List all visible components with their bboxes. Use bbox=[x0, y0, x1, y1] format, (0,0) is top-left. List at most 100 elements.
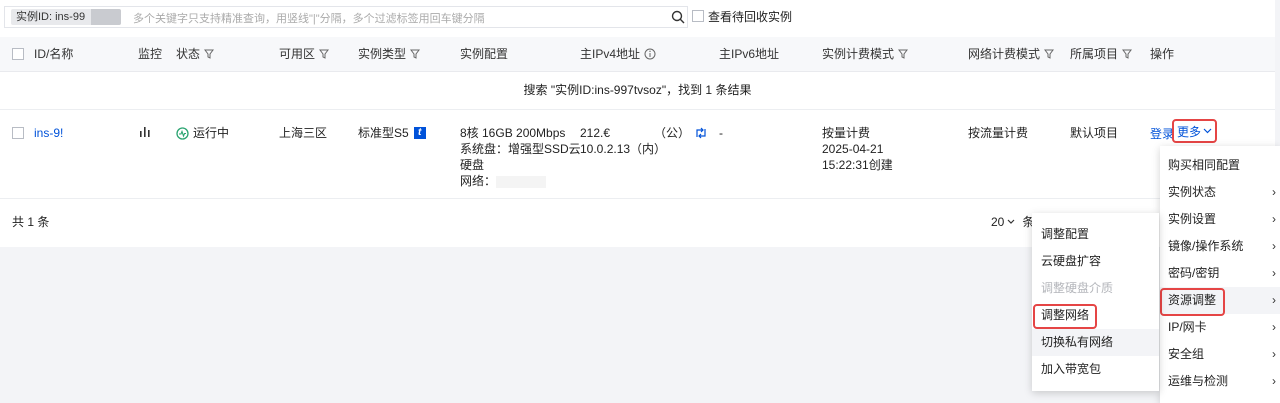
config-spec: 8核 16GB 200Mbps bbox=[460, 126, 566, 140]
cell-ipv6: - bbox=[719, 126, 723, 140]
menu-item-label: 密码/密钥 bbox=[1168, 266, 1220, 280]
header-ipv4-label: 主IPv4地址 bbox=[580, 47, 641, 61]
masked-region bbox=[91, 9, 121, 25]
ipv4-public: 212.€ （公） bbox=[580, 125, 708, 141]
menu-item-label: 实例状态 bbox=[1168, 185, 1217, 199]
resource-adjust-submenu: 调整配置 云硬盘扩容 调整硬盘介质 调整网络 切换私有网络 加入带宽包 bbox=[1032, 213, 1159, 391]
chevron-down-icon bbox=[1007, 219, 1015, 224]
table-header: ID/名称 监控 状态 可用区 实例类型 实例配置 主IPv4地址 主IPv6地… bbox=[0, 37, 1275, 72]
submenu-item-label: 云硬盘扩容 bbox=[1041, 254, 1102, 268]
cell-monitor bbox=[138, 125, 152, 141]
menu-item-label: 运维与检测 bbox=[1168, 374, 1229, 388]
header-ipv6-label: 主IPv6地址 bbox=[719, 47, 780, 61]
config-disk: 系统盘：增强型SSD云 bbox=[460, 142, 581, 156]
type-badge-icon: t bbox=[413, 127, 426, 139]
recycle-toggle[interactable]: 查看待回收实例 bbox=[692, 8, 792, 24]
chevron-right-icon: › bbox=[1272, 266, 1276, 280]
cell-config: 8核 16GB 200Mbps 系统盘：增强型SSD云 硬盘 网络： bbox=[460, 125, 581, 189]
header-billing-label: 实例计费模式 bbox=[822, 47, 895, 61]
submenu-item-bandwidth-pack[interactable]: 加入带宽包 bbox=[1032, 356, 1159, 383]
highlight-box bbox=[1033, 304, 1097, 329]
header-net-billing-label: 网络计费模式 bbox=[968, 47, 1041, 61]
select-all-checkbox[interactable] bbox=[12, 48, 24, 60]
header-ops-label: 操作 bbox=[1150, 47, 1175, 61]
cell-ipv4: 212.€ （公） 10.0.2.13（内） bbox=[580, 125, 708, 157]
submenu-item-disk-media: 调整硬盘介质 bbox=[1032, 275, 1159, 302]
filter-icon[interactable] bbox=[410, 49, 421, 59]
menu-item-security-group[interactable]: 安全组 › bbox=[1160, 341, 1280, 368]
cell-type: 标准型S5 t bbox=[358, 125, 426, 141]
menu-item-label: 购买相同配置 bbox=[1168, 158, 1241, 172]
cell-status: 运行中 bbox=[176, 125, 229, 141]
chevron-down-icon bbox=[1203, 128, 1212, 134]
search-input[interactable]: 实例ID: ins-99 多个关键字只支持精准查询，用竖线"|"分隔，多个过滤标… bbox=[4, 6, 688, 28]
login-link[interactable]: 登录 bbox=[1150, 127, 1174, 141]
menu-item-label: 实例设置 bbox=[1168, 212, 1217, 226]
header-ipv6: 主IPv6地址 bbox=[719, 37, 779, 71]
info-icon[interactable] bbox=[644, 48, 656, 60]
cell-zone: 上海三区 bbox=[279, 126, 328, 140]
chevron-right-icon: › bbox=[1272, 374, 1276, 388]
search-result-summary: 搜索 "实例ID:ins-997tvsoz"，找到 1 条结果 bbox=[0, 72, 1275, 110]
header-type: 实例类型 bbox=[358, 37, 421, 71]
header-id: ID/名称 bbox=[12, 37, 73, 71]
instance-id-link[interactable]: ins-9! bbox=[34, 125, 63, 141]
ipv4-public-value[interactable]: 212.€ bbox=[580, 125, 610, 141]
menu-item-instance-status[interactable]: 实例状态 › bbox=[1160, 179, 1280, 206]
config-network: 网络： bbox=[460, 173, 581, 189]
menu-item-buy-same[interactable]: 购买相同配置 bbox=[1160, 152, 1280, 179]
table-row: ins-9! 运行中 上海三区 标准型S5 t 8核 16GB 200Mbps … bbox=[0, 110, 1275, 199]
header-status-label: 状态 bbox=[176, 47, 201, 61]
header-status: 状态 bbox=[176, 37, 215, 71]
running-status-icon bbox=[176, 126, 189, 140]
header-config-label: 实例配置 bbox=[460, 47, 509, 61]
menu-item-label: 安全组 bbox=[1168, 347, 1205, 361]
page-size-select[interactable]: 20 条 bbox=[991, 213, 1034, 230]
search-icon[interactable] bbox=[671, 10, 685, 24]
header-ipv4: 主IPv4地址 bbox=[580, 37, 656, 71]
header-id-label: ID/名称 bbox=[34, 47, 74, 61]
submenu-item-adjust-config[interactable]: 调整配置 bbox=[1032, 221, 1159, 248]
header-config: 实例配置 bbox=[460, 37, 508, 71]
cell-net-billing: 按流量计费 bbox=[968, 126, 1029, 140]
filter-icon[interactable] bbox=[1122, 49, 1133, 59]
ipv4-private[interactable]: 10.0.2.13（内） bbox=[580, 141, 708, 157]
submenu-item-label: 调整配置 bbox=[1041, 227, 1090, 241]
more-label: 更多 bbox=[1176, 124, 1201, 139]
instance-type: 标准型S5 bbox=[358, 126, 409, 140]
more-dropdown-menu: 购买相同配置 实例状态 › 实例设置 › 镜像/操作系统 › 密码/密钥 › 资源调整 ›… bbox=[1160, 146, 1280, 403]
filter-tag[interactable]: 实例ID: ins-99 bbox=[11, 9, 121, 25]
menu-item-instance-settings[interactable]: 实例设置 › bbox=[1160, 206, 1280, 233]
header-project-label: 所属项目 bbox=[1070, 47, 1119, 61]
cell-project: 默认项目 bbox=[1070, 126, 1119, 140]
header-monitor-label: 监控 bbox=[138, 47, 163, 61]
menu-item-password-key[interactable]: 密码/密钥 › bbox=[1160, 260, 1280, 287]
swap-ip-icon[interactable] bbox=[694, 127, 708, 139]
menu-item-ops-check[interactable]: 运维与检测 › bbox=[1160, 368, 1280, 395]
row-checkbox[interactable] bbox=[12, 127, 24, 139]
filter-icon[interactable] bbox=[1044, 49, 1055, 59]
chevron-right-icon: › bbox=[1272, 320, 1276, 334]
submenu-item-disk-expand[interactable]: 云硬盘扩容 bbox=[1032, 248, 1159, 275]
menu-item-ip-nic[interactable]: IP/网卡 › bbox=[1160, 314, 1280, 341]
header-project: 所属项目 bbox=[1070, 37, 1133, 71]
billing-date: 2025-04-21 bbox=[822, 142, 884, 156]
submenu-item-switch-vpc[interactable]: 切换私有网络 bbox=[1032, 329, 1159, 356]
more-button[interactable]: 更多 bbox=[1172, 119, 1217, 143]
submenu-item-label: 切换私有网络 bbox=[1041, 335, 1114, 349]
chevron-right-icon: › bbox=[1272, 185, 1276, 199]
instance-list-panel: 实例ID: ins-99 多个关键字只支持精准查询，用竖线"|"分隔，多个过滤标… bbox=[0, 0, 1275, 247]
header-ops: 操作 bbox=[1150, 37, 1174, 71]
filter-icon[interactable] bbox=[898, 49, 909, 59]
recycle-checkbox[interactable] bbox=[692, 10, 704, 22]
header-type-label: 实例类型 bbox=[358, 47, 407, 61]
filter-tag-label: 实例ID: ins-99 bbox=[16, 11, 86, 23]
monitor-chart-icon[interactable] bbox=[138, 125, 152, 137]
page-size-value: 20 bbox=[991, 214, 1005, 229]
filter-icon[interactable] bbox=[204, 49, 215, 59]
cell-billing: 按量计费 2025-04-21 15:22:31创建 bbox=[822, 125, 893, 173]
menu-item-image-os[interactable]: 镜像/操作系统 › bbox=[1160, 233, 1280, 260]
filter-icon[interactable] bbox=[319, 49, 330, 59]
config-disk-cont: 硬盘 bbox=[460, 158, 485, 172]
chevron-right-icon: › bbox=[1272, 347, 1276, 361]
